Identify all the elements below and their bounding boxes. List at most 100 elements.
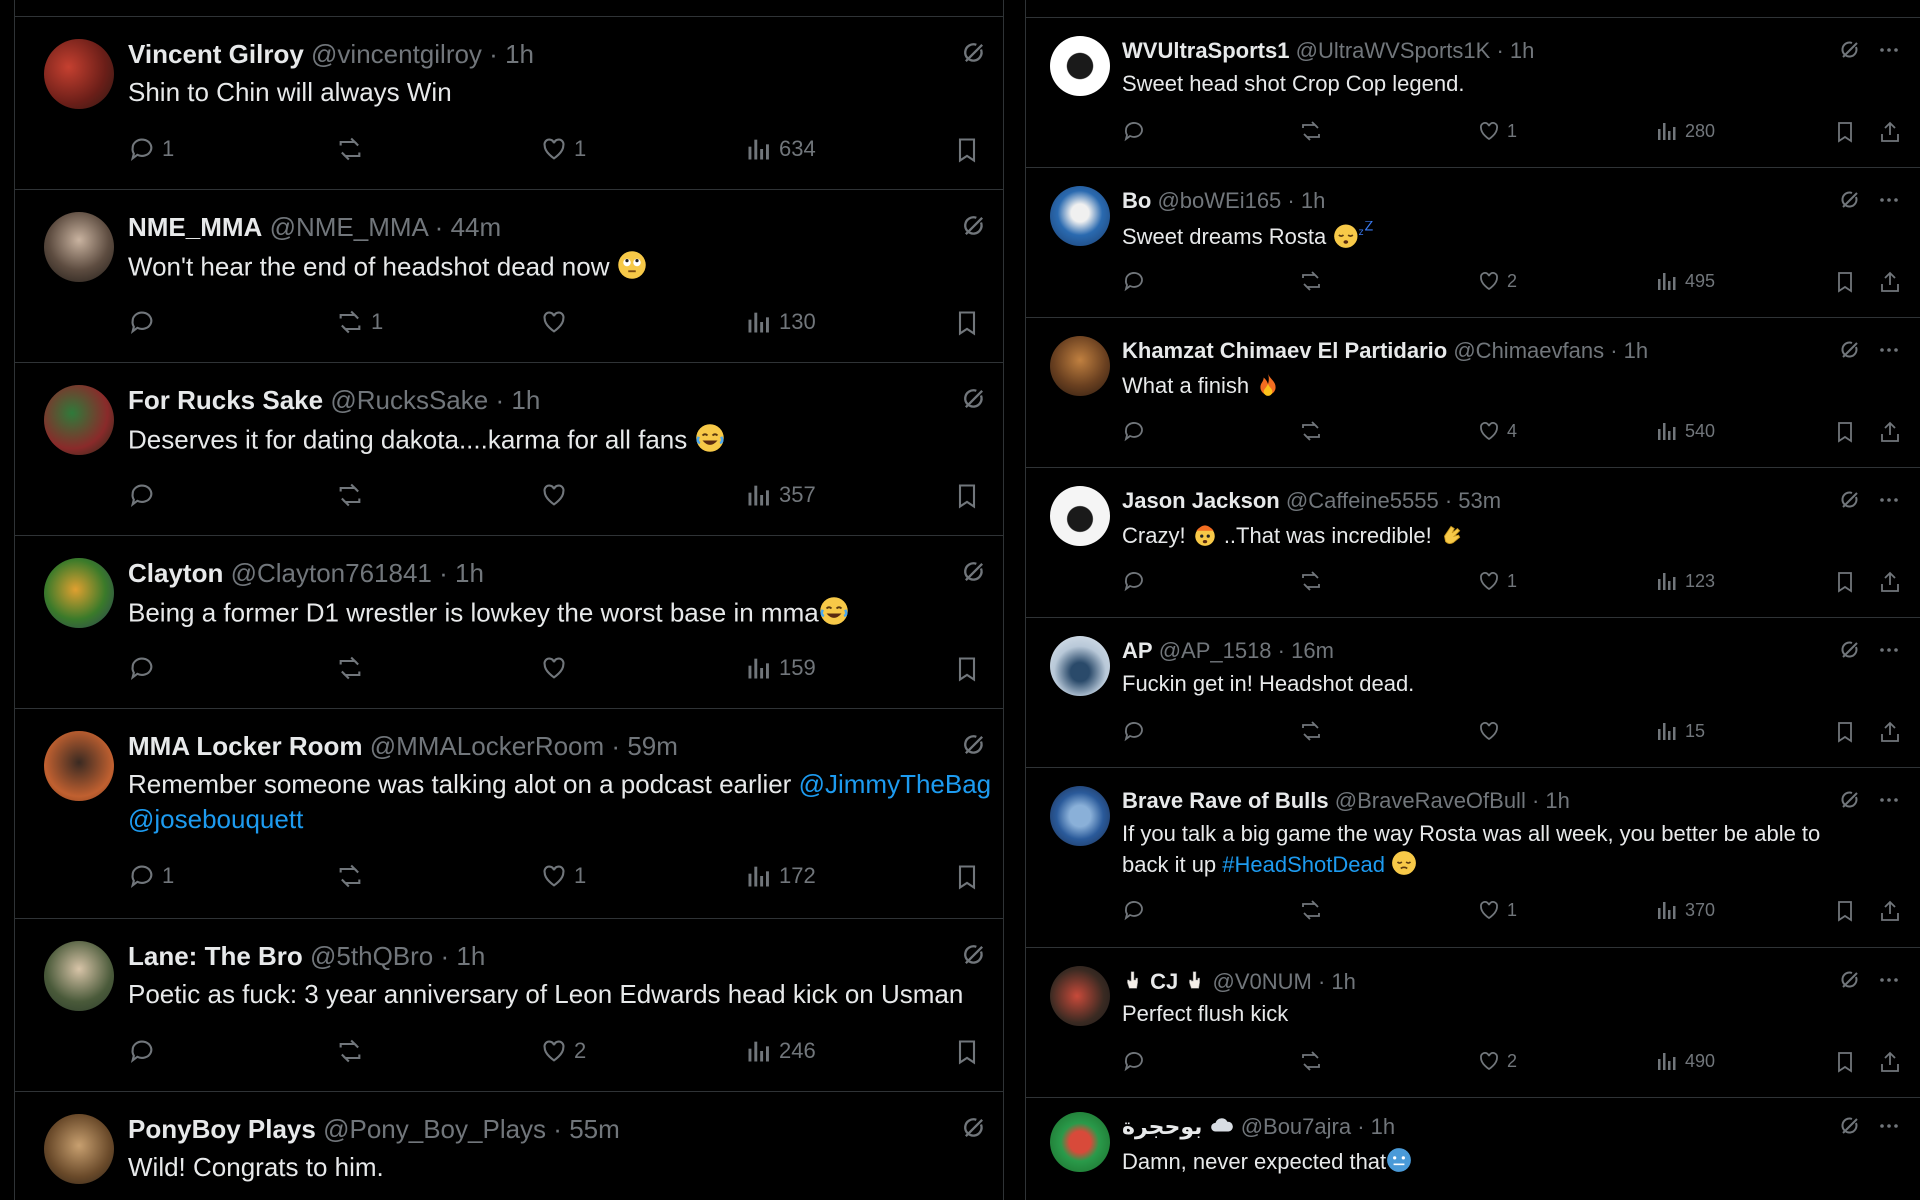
more-icon[interactable] (1877, 638, 1901, 667)
grok-icon[interactable] (1838, 788, 1862, 817)
author-handle[interactable]: @AP_1518 (1159, 638, 1272, 663)
views-button[interactable]: 123 (1655, 569, 1715, 593)
share-button[interactable] (1878, 119, 1902, 145)
tweet[interactable]: NME_MMA @NME_MMA · 44m Won't hear the en… (15, 190, 1003, 363)
views-button[interactable]: 495 (1655, 269, 1715, 293)
avatar[interactable] (1050, 336, 1110, 396)
author-name[interactable]: Vincent Gilroy (128, 39, 304, 69)
bookmark-button[interactable] (1833, 419, 1857, 445)
tweet[interactable]: Khamzat Chimaev El Partidario @Chimaevfa… (1026, 318, 1920, 468)
tweet[interactable]: Jason Jackson @Caffeine5555 · 53m Crazy!… (1026, 468, 1920, 618)
more-icon[interactable] (1877, 788, 1901, 817)
author-name[interactable]: Khamzat Chimaev El Partidario (1122, 338, 1447, 363)
reply-button[interactable] (128, 654, 162, 682)
avatar[interactable] (1050, 636, 1110, 696)
tweet[interactable]: Brave Rave of Bulls @BraveRaveOfBull · 1… (1026, 768, 1920, 948)
reply-button[interactable] (1122, 119, 1146, 143)
mention-link[interactable]: @josebouquett (128, 804, 303, 834)
tweet[interactable]: PonyBoy Plays @Pony_Boy_Plays · 55m Wild… (15, 1092, 1003, 1200)
author-handle[interactable]: @Caffeine5555 (1286, 488, 1439, 513)
views-button[interactable]: 130 (745, 308, 816, 336)
author-handle[interactable]: @Bou7ajra (1241, 1114, 1351, 1139)
avatar[interactable] (44, 731, 114, 801)
views-button[interactable]: 370 (1655, 898, 1715, 922)
more-icon[interactable] (1877, 488, 1901, 517)
author-name[interactable]: بوحجرة (1122, 1114, 1202, 1139)
author-handle[interactable]: @boWEi165 (1157, 188, 1281, 213)
timestamp[interactable]: 1h (1510, 38, 1534, 63)
reply-button[interactable] (128, 308, 162, 336)
author-name[interactable]: Brave Rave of Bulls (1122, 788, 1329, 813)
like-button[interactable]: 1 (1477, 119, 1517, 143)
timestamp[interactable]: 1h (511, 385, 540, 415)
author-handle[interactable]: @V0NUM (1213, 969, 1312, 994)
like-button[interactable] (540, 308, 574, 336)
timestamp[interactable]: 55m (569, 1114, 620, 1144)
author-name[interactable]: Jason Jackson (1122, 488, 1280, 513)
avatar[interactable] (1050, 186, 1110, 246)
repost-button[interactable] (335, 1037, 371, 1065)
views-button[interactable]: 357 (745, 481, 816, 509)
reply-button[interactable] (128, 1037, 162, 1065)
tweet[interactable]: Vincent Gilroy @vincentgilroy · 1h Shin … (15, 17, 1003, 190)
author-handle[interactable]: @Chimaevfans (1453, 338, 1604, 363)
share-button[interactable] (1878, 1049, 1902, 1075)
author-name[interactable]: CJ (1150, 969, 1178, 994)
grok-icon[interactable] (1838, 188, 1862, 217)
repost-button[interactable] (1298, 569, 1324, 593)
timestamp[interactable]: 44m (451, 212, 502, 242)
timestamp[interactable]: 1h (505, 39, 534, 69)
avatar[interactable] (1050, 966, 1110, 1026)
hashtag-link[interactable]: #HeadShotDead (1222, 852, 1385, 877)
author-handle[interactable]: @Pony_Boy_Plays (323, 1114, 546, 1144)
repost-button[interactable] (335, 135, 371, 163)
tweet[interactable]: For Rucks Sake @RucksSake · 1h Deserves … (15, 363, 1003, 536)
timestamp[interactable]: 1h (1624, 338, 1648, 363)
reply-button[interactable] (1122, 1049, 1146, 1073)
mention-link[interactable]: @JimmyTheBag (799, 769, 992, 799)
more-icon[interactable] (1877, 1114, 1901, 1143)
reply-button[interactable] (128, 481, 162, 509)
reply-button[interactable] (1122, 719, 1146, 743)
avatar[interactable] (44, 212, 114, 282)
more-icon[interactable] (1877, 38, 1901, 67)
like-button[interactable]: 2 (1477, 1049, 1517, 1073)
repost-button[interactable] (1298, 719, 1324, 743)
views-button[interactable]: 490 (1655, 1049, 1715, 1073)
author-handle[interactable]: @NME_MMA (270, 212, 428, 242)
bookmark-button[interactable] (1833, 898, 1857, 924)
views-button[interactable]: 159 (745, 654, 816, 682)
repost-button[interactable] (1298, 119, 1324, 143)
repost-button[interactable] (1298, 898, 1324, 922)
bookmark-button[interactable] (1833, 119, 1857, 145)
more-icon[interactable] (1877, 338, 1901, 367)
like-button[interactable]: 1 (540, 135, 586, 163)
avatar[interactable] (1050, 1112, 1110, 1172)
author-name[interactable]: Clayton (128, 558, 223, 588)
like-button[interactable] (540, 481, 574, 509)
bookmark-button[interactable] (953, 135, 981, 165)
grok-icon[interactable] (1838, 968, 1862, 997)
bookmark-button[interactable] (1833, 269, 1857, 295)
timestamp[interactable]: 1h (456, 941, 485, 971)
views-button[interactable]: 172 (745, 862, 816, 890)
views-button[interactable]: 15 (1655, 719, 1705, 743)
bookmark-button[interactable] (1833, 1049, 1857, 1075)
avatar[interactable] (44, 1114, 114, 1184)
tweet[interactable]: Clayton @Clayton761841 · 1h Being a form… (15, 536, 1003, 709)
author-name[interactable]: MMA Locker Room (128, 731, 363, 761)
author-name[interactable]: PonyBoy Plays (128, 1114, 316, 1144)
author-handle[interactable]: @UltraWVSports1K (1296, 38, 1491, 63)
share-button[interactable] (1878, 719, 1902, 745)
grok-icon[interactable] (960, 558, 988, 591)
tweet[interactable]: بوحجرة @Bou7ajra · 1h Damn, never expect… (1026, 1098, 1920, 1200)
like-button[interactable] (1477, 719, 1507, 743)
author-handle[interactable]: @5thQBro (310, 941, 433, 971)
tweet[interactable]: Lane: The Bro @5thQBro · 1h Poetic as fu… (15, 919, 1003, 1092)
author-name[interactable]: Bo (1122, 188, 1151, 213)
timestamp[interactable]: 1h (1371, 1114, 1395, 1139)
reply-button[interactable]: 1 (128, 135, 174, 163)
like-button[interactable] (540, 654, 574, 682)
timestamp[interactable]: 1h (1331, 969, 1355, 994)
tweet[interactable]: WVUltraSports1 @UltraWVSports1K · 1h Swe… (1026, 18, 1920, 168)
